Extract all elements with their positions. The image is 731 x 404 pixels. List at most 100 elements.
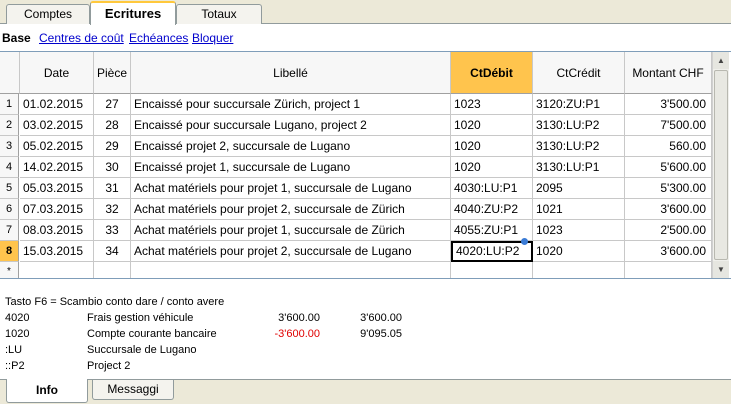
cell-ctcredit[interactable]: 3120:ZU:P1 — [533, 94, 625, 115]
info-code: :LU — [5, 344, 23, 356]
cell-ctcredit[interactable]: 2095 — [533, 178, 625, 199]
cell-piece[interactable]: 29 — [94, 136, 131, 157]
row-number[interactable]: 7 — [0, 220, 19, 241]
info-desc: Project 2 — [87, 360, 131, 372]
cell-ctcredit[interactable]: 3130:LU:P2 — [533, 136, 625, 157]
info-balance: 3'600.00 — [360, 312, 402, 324]
scrollbar-thumb[interactable] — [714, 70, 728, 260]
column-header-ctdebit[interactable]: CtDébit — [451, 52, 533, 94]
cell-libelle[interactable]: Achat matériels pour projet 2, succursal… — [131, 199, 451, 220]
cell-libelle[interactable]: Encaissé projet 2, succursale de Lugano — [131, 136, 451, 157]
cell-ctcredit[interactable]: 3130:LU:P1 — [533, 157, 625, 178]
cell-date[interactable]: 01.02.2015 — [20, 94, 94, 115]
row-number[interactable]: 5 — [0, 178, 19, 199]
info-desc: Compte courante bancaire — [87, 328, 217, 340]
cell-date[interactable]: 08.03.2015 — [20, 220, 94, 241]
row-number[interactable]: 4 — [0, 157, 19, 178]
cell-piece[interactable]: 32 — [94, 199, 131, 220]
cell-libelle[interactable]: Encaissé pour succursale Lugano, project… — [131, 115, 451, 136]
top-tab-bar: Comptes Ecritures Totaux — [0, 0, 731, 25]
bottom-tab-bar: Info Messaggi — [0, 379, 731, 404]
cell-piece[interactable]: 27 — [94, 94, 131, 115]
cell-montant[interactable]: 2'500.00 — [625, 220, 712, 241]
row-number[interactable]: 6 — [0, 199, 19, 220]
cell-date[interactable]: 05.03.2015 — [20, 178, 94, 199]
new-row-cell[interactable] — [20, 262, 94, 278]
cell-libelle[interactable]: Encaissé pour succursale Zürich, project… — [131, 94, 451, 115]
cell-ctcredit[interactable]: 1023 — [533, 220, 625, 241]
cell-libelle[interactable]: Encaissé projet 1, succursale de Lugano — [131, 157, 451, 178]
tab-totaux[interactable]: Totaux — [176, 4, 262, 24]
info-code: ::P2 — [5, 360, 25, 372]
new-row-cell[interactable] — [451, 262, 533, 278]
cell-ctdebit[interactable]: 4020:LU:P2 — [451, 241, 533, 262]
scroll-up-arrow-icon[interactable]: ▲ — [713, 52, 729, 69]
new-row-marker[interactable]: * — [0, 262, 19, 278]
cell-libelle[interactable]: Achat matériels pour projet 1, succursal… — [131, 220, 451, 241]
vertical-scrollbar[interactable]: ▲ ▼ — [712, 52, 729, 278]
cell-montant[interactable]: 5'300.00 — [625, 178, 712, 199]
cell-date[interactable]: 15.03.2015 — [20, 241, 94, 262]
cell-date[interactable]: 07.03.2015 — [20, 199, 94, 220]
column-header-libelle[interactable]: Libellé — [131, 52, 451, 94]
tab-ecritures[interactable]: Ecritures — [90, 1, 176, 25]
cell-handle-icon[interactable] — [521, 238, 528, 245]
cell-montant[interactable]: 560.00 — [625, 136, 712, 157]
cell-date[interactable]: 03.02.2015 — [20, 115, 94, 136]
tab-messaggi[interactable]: Messaggi — [92, 380, 174, 400]
tab-info[interactable]: Info — [6, 379, 88, 403]
cell-montant[interactable]: 3'600.00 — [625, 241, 712, 262]
new-row-cell[interactable] — [533, 262, 625, 278]
info-code: 1020 — [5, 328, 30, 340]
cell-ctdebit[interactable]: 1023 — [451, 94, 533, 115]
info-amount: 3'600.00 — [278, 312, 320, 324]
cell-piece[interactable]: 30 — [94, 157, 131, 178]
row-number[interactable]: 8 — [0, 241, 19, 262]
view-selector: Base Centres de coût Echéances Bloquer — [0, 28, 731, 48]
info-hint: Tasto F6 = Scambio conto dare / conto av… — [5, 296, 225, 308]
cell-date[interactable]: 05.02.2015 — [20, 136, 94, 157]
cell-ctdebit[interactable]: 1020 — [451, 115, 533, 136]
cell-ctcredit[interactable]: 3130:LU:P2 — [533, 115, 625, 136]
view-bloquer[interactable]: Bloquer — [192, 31, 233, 45]
new-row-cell[interactable] — [625, 262, 712, 278]
new-row-cell[interactable] — [131, 262, 451, 278]
cell-libelle[interactable]: Achat matériels pour projet 2, succursal… — [131, 241, 451, 262]
info-desc: Succursale de Lugano — [87, 344, 197, 356]
info-code: 4020 — [5, 312, 30, 324]
column-header-date[interactable]: Date — [20, 52, 94, 94]
row-number[interactable]: 3 — [0, 136, 19, 157]
cell-ctdebit[interactable]: 1020 — [451, 136, 533, 157]
cell-ctdebit[interactable]: 4055:ZU:P1 — [451, 220, 533, 241]
cell-libelle[interactable]: Achat matériels pour projet 1, succursal… — [131, 178, 451, 199]
cell-piece[interactable]: 28 — [94, 115, 131, 136]
info-panel: Tasto F6 = Scambio conto dare / conto av… — [0, 292, 731, 378]
cell-piece[interactable]: 34 — [94, 241, 131, 262]
cell-montant[interactable]: 3'600.00 — [625, 199, 712, 220]
view-echeances[interactable]: Echéances — [129, 31, 188, 45]
row-number[interactable]: 1 — [0, 94, 19, 115]
info-amount: -3'600.00 — [274, 328, 320, 340]
scroll-down-arrow-icon[interactable]: ▼ — [713, 261, 729, 278]
cell-montant[interactable]: 5'600.00 — [625, 157, 712, 178]
new-row-cell[interactable] — [94, 262, 131, 278]
transactions-table: Date Pièce Libellé CtDébit CtCrédit Mont… — [0, 51, 731, 279]
cell-piece[interactable]: 31 — [94, 178, 131, 199]
cell-ctdebit[interactable]: 4030:LU:P1 — [451, 178, 533, 199]
cell-ctdebit[interactable]: 1020 — [451, 157, 533, 178]
info-desc: Frais gestion véhicule — [87, 312, 194, 324]
cell-piece[interactable]: 33 — [94, 220, 131, 241]
cell-ctdebit[interactable]: 4040:ZU:P2 — [451, 199, 533, 220]
column-header-montant[interactable]: Montant CHF — [625, 52, 712, 94]
cell-date[interactable]: 14.02.2015 — [20, 157, 94, 178]
view-centres-de-cout[interactable]: Centres de coût — [39, 31, 124, 45]
view-base[interactable]: Base — [2, 31, 31, 45]
cell-ctcredit[interactable]: 1020 — [533, 241, 625, 262]
tab-comptes[interactable]: Comptes — [6, 4, 90, 24]
cell-ctcredit[interactable]: 1021 — [533, 199, 625, 220]
cell-montant[interactable]: 7'500.00 — [625, 115, 712, 136]
row-number[interactable]: 2 — [0, 115, 19, 136]
cell-montant[interactable]: 3'500.00 — [625, 94, 712, 115]
column-header-ctcredit[interactable]: CtCrédit — [533, 52, 625, 94]
column-header-piece[interactable]: Pièce — [94, 52, 131, 94]
